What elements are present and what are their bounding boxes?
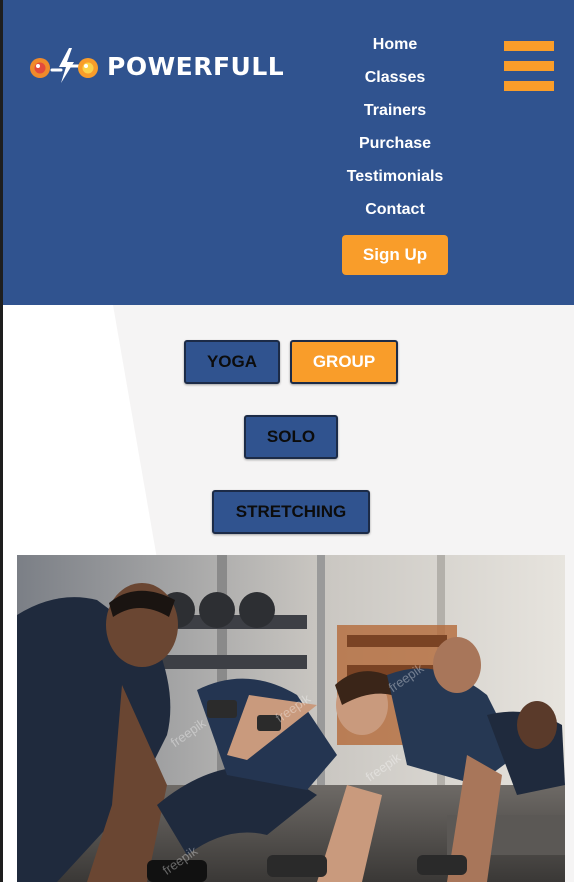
hamburger-bar (504, 61, 554, 71)
classes-section: YOGA GROUP SOLO STRETCHING freepik freep… (3, 305, 574, 882)
filter-yoga-button[interactable]: YOGA (184, 340, 280, 384)
nav-purchase[interactable]: Purchase (359, 127, 431, 160)
site-header: POWERFULL Home Classes Trainers Purchase… (3, 0, 574, 305)
hamburger-bar (504, 41, 554, 51)
dumbbell-bolt-icon (30, 48, 98, 83)
hamburger-bar (504, 81, 554, 91)
brand-name: POWERFULL (107, 51, 285, 81)
filter-stretching-button[interactable]: STRETCHING (212, 490, 370, 534)
nav-classes[interactable]: Classes (365, 61, 426, 94)
nav-testimonials[interactable]: Testimonials (347, 160, 444, 193)
filter-group-button[interactable]: GROUP (290, 340, 398, 384)
nav-trainers[interactable]: Trainers (364, 94, 426, 127)
filter-solo-button[interactable]: SOLO (244, 415, 338, 459)
hamburger-icon[interactable] (504, 40, 554, 92)
group-class-photo: freepik freepik freepik freepik freepik (17, 555, 565, 882)
main-nav: Home Classes Trainers Purchase Testimoni… (338, 28, 452, 275)
window-edge (0, 0, 3, 882)
nav-contact[interactable]: Contact (365, 193, 425, 226)
nav-home[interactable]: Home (373, 28, 417, 61)
sign-up-button[interactable]: Sign Up (342, 235, 448, 275)
gym-scene-image: freepik freepik freepik freepik freepik (17, 555, 565, 882)
brand-logo[interactable]: POWERFULL (27, 44, 297, 88)
